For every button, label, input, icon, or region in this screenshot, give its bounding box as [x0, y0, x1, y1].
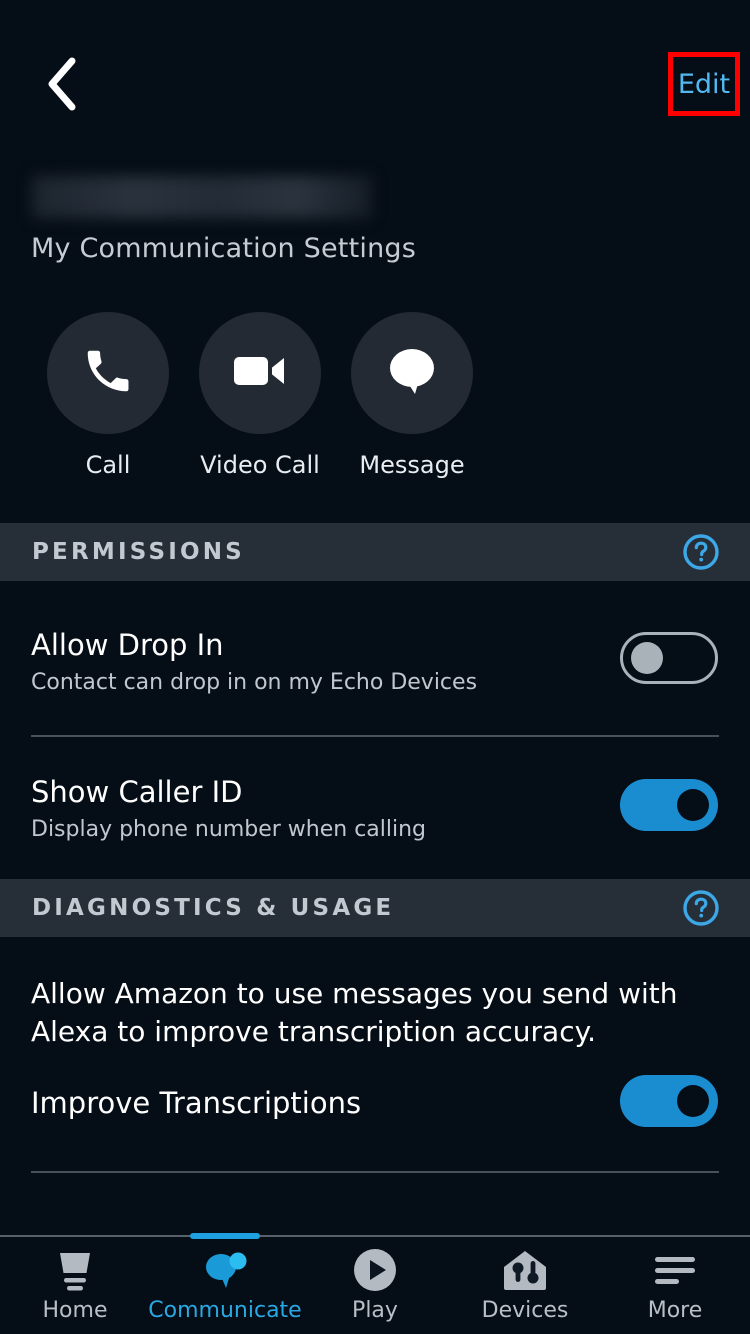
- edit-button-label: Edit: [677, 68, 731, 100]
- tab-home-label: Home: [42, 1298, 108, 1323]
- tab-communicate-label: Communicate: [148, 1298, 302, 1323]
- home-devices-icon: [502, 1248, 548, 1292]
- tab-communicate[interactable]: Communicate: [148, 1237, 302, 1334]
- contact-name-redacted: [32, 176, 372, 218]
- diagnostics-description: Allow Amazon to use messages you send wi…: [31, 977, 678, 1048]
- tab-more-label: More: [647, 1298, 703, 1323]
- permissions-section-header: PERMISSIONS: [0, 523, 750, 581]
- tab-more[interactable]: More: [600, 1237, 750, 1334]
- hamburger-menu-icon: [653, 1248, 697, 1292]
- call-button-circle: [47, 312, 169, 434]
- improve-transcriptions-toggle[interactable]: [620, 1075, 718, 1127]
- chevron-left-icon: [45, 56, 79, 112]
- improve-transcriptions-row[interactable]: Improve Transcriptions: [0, 1075, 750, 1155]
- permissions-help-icon[interactable]: [682, 533, 720, 571]
- show-caller-id-row[interactable]: Show Caller ID Display phone number when…: [0, 760, 750, 870]
- allow-drop-in-title: Allow Drop In: [31, 628, 224, 662]
- show-caller-id-toggle[interactable]: [620, 779, 718, 831]
- speech-bubble-icon: [386, 346, 438, 400]
- chat-bubbles-icon: [201, 1248, 249, 1292]
- call-button[interactable]: Call: [47, 312, 169, 479]
- permissions-header-label: PERMISSIONS: [32, 539, 245, 565]
- video-call-button-circle: [199, 312, 321, 434]
- improve-transcriptions-title: Improve Transcriptions: [31, 1086, 362, 1120]
- row-divider: [31, 1171, 719, 1173]
- row-divider: [31, 735, 719, 737]
- show-caller-id-description: Display phone number when calling: [31, 817, 427, 842]
- contact-action-buttons: Call Video Call Message: [0, 312, 750, 492]
- top-navigation-bar: Edit: [0, 0, 750, 140]
- diagnostics-help-icon[interactable]: [682, 889, 720, 927]
- tab-play-label: Play: [352, 1298, 398, 1323]
- message-button-circle: [351, 312, 473, 434]
- message-button[interactable]: Message: [351, 312, 473, 479]
- allow-drop-in-description: Contact can drop in on my Echo Devices: [31, 670, 478, 695]
- tab-devices-label: Devices: [481, 1298, 569, 1323]
- allow-drop-in-row[interactable]: Allow Drop In Contact can drop in on my …: [0, 610, 750, 720]
- play-circle-icon: [352, 1248, 398, 1292]
- edit-button[interactable]: Edit: [668, 52, 740, 116]
- call-button-label: Call: [85, 451, 131, 479]
- diagnostics-header-label: DIAGNOSTICS & USAGE: [32, 895, 395, 921]
- video-camera-icon: [232, 351, 288, 395]
- video-call-button-label: Video Call: [200, 451, 320, 479]
- toggle-knob: [677, 789, 709, 821]
- alexa-contact-settings-screen: Edit My Communication Settings Call Vide…: [0, 0, 750, 1334]
- phone-icon: [81, 344, 135, 402]
- page-subtitle: My Communication Settings: [31, 233, 416, 264]
- message-button-label: Message: [359, 451, 465, 479]
- toggle-knob: [677, 1085, 709, 1117]
- toggle-knob: [631, 642, 663, 674]
- show-caller-id-title: Show Caller ID: [31, 775, 243, 809]
- allow-drop-in-toggle[interactable]: [620, 632, 718, 684]
- tab-play[interactable]: Play: [300, 1237, 450, 1334]
- bottom-tab-bar: Home Communicate Play Devices More: [0, 1233, 750, 1334]
- diagnostics-section-header: DIAGNOSTICS & USAGE: [0, 879, 750, 937]
- video-call-button[interactable]: Video Call: [199, 312, 321, 479]
- tab-devices[interactable]: Devices: [450, 1237, 600, 1334]
- tab-home[interactable]: Home: [0, 1237, 150, 1334]
- back-button[interactable]: [36, 56, 88, 112]
- echo-device-icon: [51, 1248, 99, 1292]
